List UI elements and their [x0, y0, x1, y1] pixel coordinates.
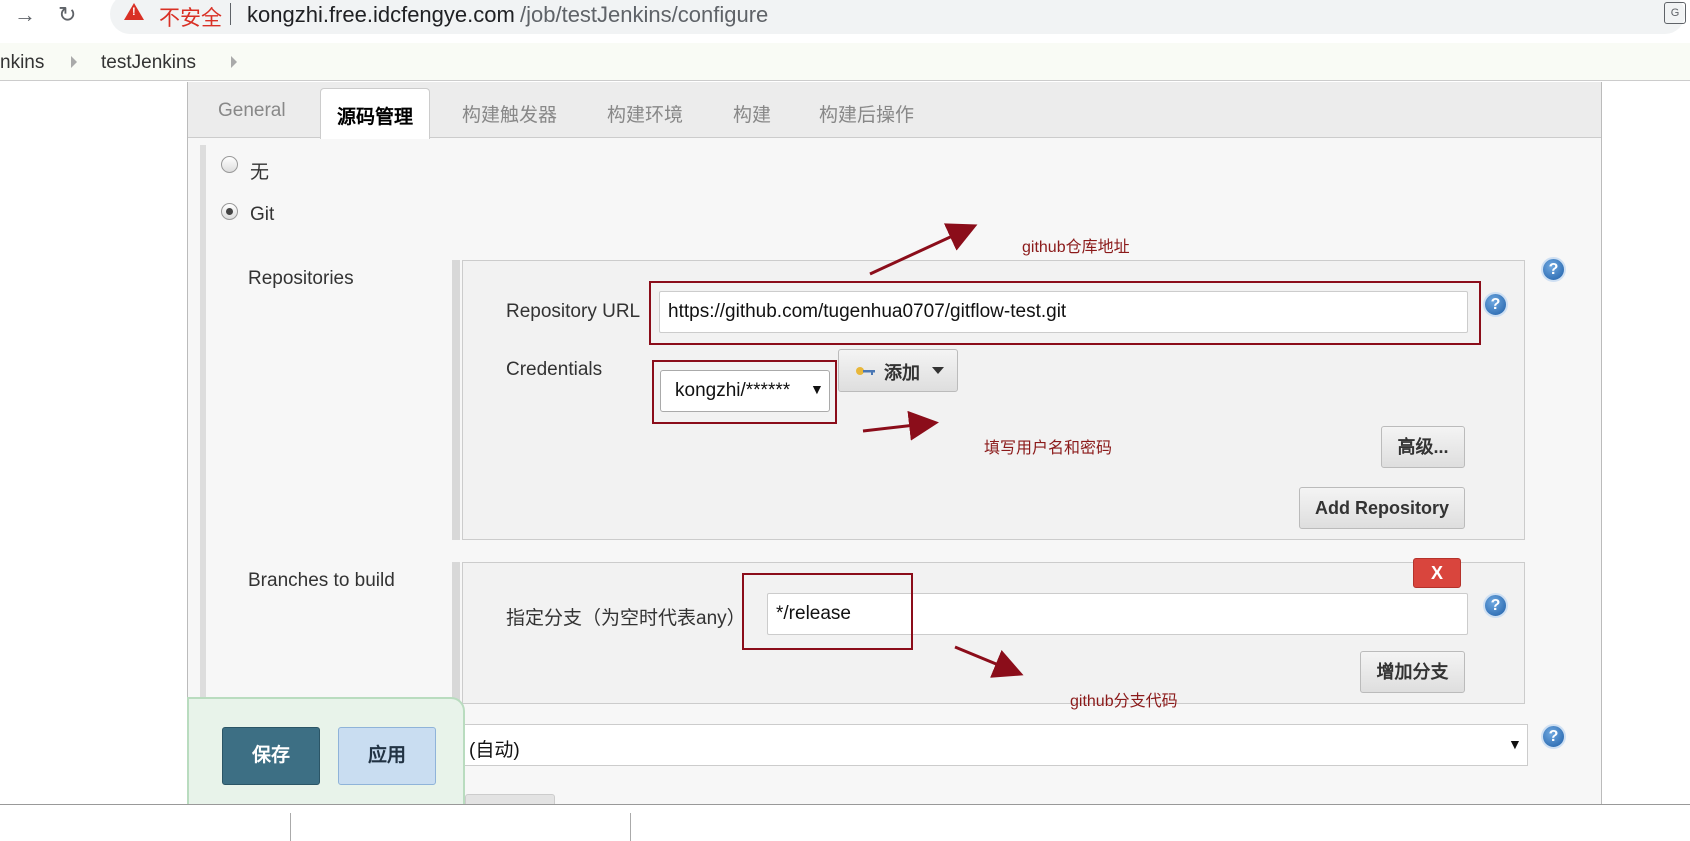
- arrow-repo: [869, 223, 978, 276]
- annotation-repo: github仓库地址: [1022, 239, 1130, 256]
- taskbar-divider: [290, 813, 291, 841]
- annotation-branch: github分支代码: [1070, 693, 1178, 710]
- taskbar: [0, 804, 1690, 841]
- arrow-branch: [954, 645, 1024, 678]
- annotation-arrows: [862, 223, 1024, 678]
- taskbar-divider: [630, 813, 631, 841]
- annotation-credentials: 填写用户名和密码: [984, 440, 1113, 457]
- arrow-credentials: [862, 410, 939, 441]
